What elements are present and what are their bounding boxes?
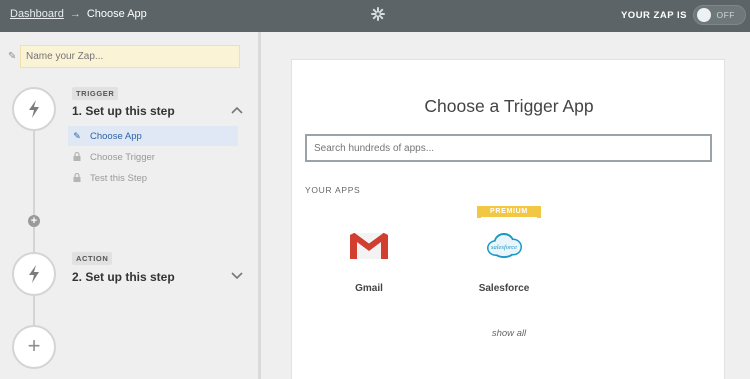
breadcrumb-current: Choose App [86,8,147,20]
zapier-logo-icon[interactable] [371,7,385,21]
gmail-icon [350,232,388,259]
toggle-label: OFF [716,10,735,20]
page-title: Choose a Trigger App [424,96,594,116]
add-step-between-button[interactable]: + [28,215,40,227]
zap-name-input[interactable] [20,45,240,68]
trigger-step-title[interactable]: 1. Set up this step [72,104,175,118]
app-search-input[interactable] [305,134,712,162]
breadcrumb-arrow-icon: → [69,8,81,20]
substep-choose-app[interactable]: ✎ Choose App [68,126,238,146]
breadcrumb-dashboard-link[interactable]: Dashboard [10,8,64,20]
substep-test-step[interactable]: Test this Step [68,168,238,188]
lock-icon [72,151,82,163]
premium-badge: PREMIUM [477,206,541,218]
trigger-step-icon[interactable] [12,87,56,131]
zap-status-label: YOUR ZAP IS [620,10,687,21]
substep-label: Test this Step [90,172,148,184]
lock-icon [72,172,82,184]
action-badge: ACTION [72,252,113,265]
app-name: Salesforce [478,283,530,294]
toggle-knob [697,8,711,22]
salesforce-icon: salesforce [487,233,522,258]
top-bar: Dashboard → Choose App YOUR ZAP IS OFF [0,0,750,32]
app-tile-gmail[interactable]: Gmail [329,230,409,294]
choose-app-card: Choose a Trigger App YOUR APPS Gmail PRE… [291,59,725,379]
editor-sidebar: ✎ TRIGGER 1. Set up this step ✎ Choose A… [0,32,258,379]
app-name: Gmail [355,283,383,294]
chevron-down-icon[interactable] [231,272,243,280]
chevron-up-icon[interactable] [231,106,243,114]
trigger-badge: TRIGGER [72,87,119,100]
show-all-link[interactable]: show all [292,328,726,339]
pencil-icon: ✎ [73,130,81,141]
substep-label: Choose Trigger [90,151,155,163]
zap-name-row: ✎ [8,45,240,68]
pencil-icon: ✎ [8,51,17,62]
bolt-icon [29,100,39,118]
breadcrumb: Dashboard → Choose App [10,8,147,20]
salesforce-logo-text: salesforce [491,244,517,251]
app-tile-salesforce[interactable]: salesforce Salesforce [464,230,544,294]
panel-divider[interactable] [258,32,261,379]
your-apps-label: YOUR APPS [305,185,361,195]
action-step-title[interactable]: 2. Set up this step [72,270,175,284]
action-step-icon[interactable] [12,252,56,296]
zap-on-off-toggle[interactable]: OFF [693,5,746,25]
add-step-button[interactable]: + [12,325,56,369]
bolt-icon [29,265,39,283]
substep-choose-trigger[interactable]: Choose Trigger [68,147,238,167]
substep-label: Choose App [90,130,142,142]
